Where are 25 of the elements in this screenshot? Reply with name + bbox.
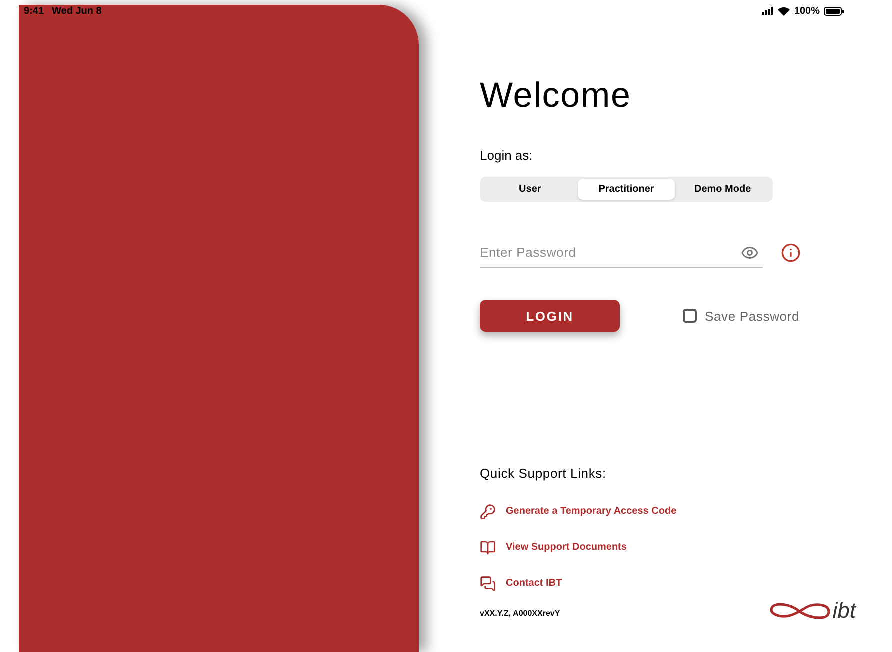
password-field[interactable]: Enter Password: [480, 238, 763, 268]
role-tab[interactable]: User: [482, 179, 578, 200]
support-link[interactable]: Generate a Temporary Access Code: [506, 504, 677, 520]
role-tab[interactable]: Practitioner: [578, 179, 675, 200]
wifi-icon: [778, 6, 790, 16]
support-link[interactable]: View Support Documents: [506, 540, 627, 556]
role-tab[interactable]: Demo Mode: [674, 179, 771, 200]
save-password-checkbox[interactable]: [683, 309, 697, 324]
support-heading: Quick Support Links:: [480, 465, 608, 484]
signal-icon: [762, 7, 774, 15]
battery-level: 100%: [794, 4, 820, 18]
status-time: 9:41: [24, 4, 44, 18]
status-date: Wed Jun 8: [52, 4, 102, 18]
save-password-label: Save Password: [705, 308, 800, 326]
welcome-title: Welcome: [480, 75, 632, 117]
info-icon[interactable]: [781, 243, 801, 264]
book-icon: [480, 540, 496, 556]
key-icon: [480, 504, 496, 520]
login-as-label: Login as:: [480, 146, 534, 165]
chat-icon: [480, 576, 496, 592]
battery-icon: [824, 6, 844, 16]
version-text: vXX.Y.Z, A000XXrevY: [480, 608, 560, 620]
support-link[interactable]: Contact IBT: [506, 576, 562, 592]
login-button[interactable]: LOGIN: [480, 300, 620, 332]
ibt-logo: ibt: [768, 600, 856, 622]
